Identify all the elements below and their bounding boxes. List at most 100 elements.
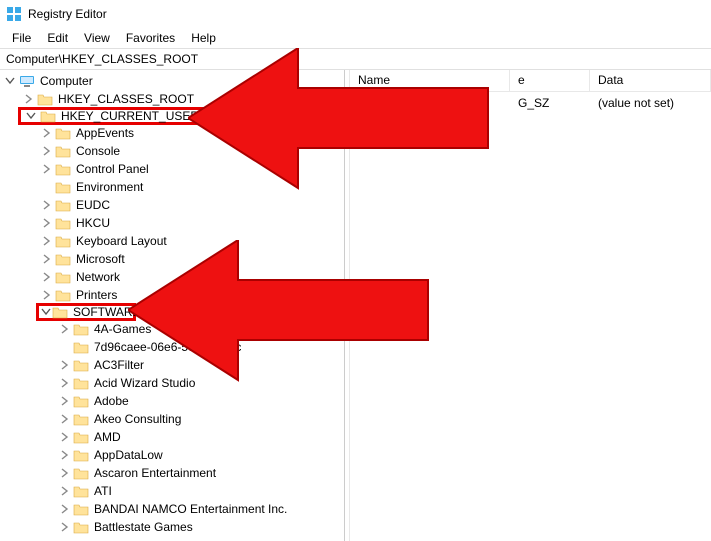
tree-node-ascaron[interactable]: Ascaron Entertainment [2, 464, 344, 482]
regedit-app-icon [6, 6, 22, 22]
expander-icon[interactable] [38, 161, 54, 177]
tree-node-hkcu2[interactable]: HKCU [2, 214, 344, 232]
tree-label: 4A-Games [92, 321, 153, 337]
folder-icon [73, 339, 89, 355]
tree-label: Microsoft [74, 251, 127, 267]
tree-label: Printers [74, 287, 119, 303]
folder-icon [73, 483, 89, 499]
tree-node-keyboard[interactable]: Keyboard Layout [2, 232, 344, 250]
expander-icon[interactable] [38, 125, 54, 141]
col-name[interactable]: Name [350, 70, 510, 91]
folder-icon [55, 179, 71, 195]
cell-data: (value not set) [590, 94, 711, 112]
titlebar: Registry Editor [0, 0, 711, 28]
tree-label: BANDAI NAMCO Entertainment Inc. [92, 501, 289, 517]
tree-node-a4[interactable]: 4A-Games [2, 320, 344, 338]
col-type[interactable]: e [510, 70, 590, 91]
menu-edit[interactable]: Edit [39, 29, 76, 47]
tree-label: Console [74, 143, 122, 159]
expander-icon[interactable] [56, 321, 72, 337]
tree-pane[interactable]: Computer HKEY_CLASSES_ROOT [0, 70, 345, 541]
tree-node-microsoft[interactable]: Microsoft [2, 250, 344, 268]
menu-help[interactable]: Help [183, 29, 224, 47]
tree-node-amd[interactable]: AMD [2, 428, 344, 446]
tree-node-battlestate[interactable]: Battlestate Games [2, 518, 344, 536]
tree-node-printers[interactable]: Printers [2, 286, 344, 304]
tree-node-appevents[interactable]: AppEvents [2, 124, 344, 142]
tree-label: Environment [74, 179, 145, 195]
expander-icon[interactable] [38, 251, 54, 267]
tree-label: Network [74, 269, 122, 285]
tree-node-appdatalow[interactable]: AppDataLow [2, 446, 344, 464]
tree-label: AC3Filter [92, 357, 146, 373]
tree-node-environment[interactable]: Environment [2, 178, 344, 196]
expander-icon[interactable] [2, 73, 18, 89]
expander-icon[interactable] [41, 304, 51, 320]
expander-icon[interactable] [56, 447, 72, 463]
expander-icon[interactable] [56, 429, 72, 445]
tree-label: HKEY_CLASSES_ROOT [56, 91, 196, 107]
expander-icon[interactable] [56, 519, 72, 535]
folder-icon [73, 429, 89, 445]
folder-icon [55, 161, 71, 177]
tree-node-eudc[interactable]: EUDC [2, 196, 344, 214]
tree-label: Acid Wizard Studio [92, 375, 197, 391]
tree-node-network[interactable]: Network [2, 268, 344, 286]
tree-node-ati[interactable]: ATI [2, 482, 344, 500]
expander-icon[interactable] [38, 287, 54, 303]
tree-node-hkcu[interactable]: HKEY_CURRENT_USER [18, 107, 344, 125]
expander-icon[interactable] [38, 179, 54, 195]
expander-icon[interactable] [56, 483, 72, 499]
tree-label: HKCU [74, 215, 112, 231]
computer-icon [19, 73, 35, 89]
expander-icon[interactable] [56, 465, 72, 481]
tree-node-ac3[interactable]: AC3Filter [2, 356, 344, 374]
tree-label: SOFTWARE [71, 304, 143, 320]
tree-label: AppEvents [74, 125, 136, 141]
expander-icon[interactable] [56, 357, 72, 373]
expander-icon[interactable] [38, 215, 54, 231]
folder-icon [73, 447, 89, 463]
folder-icon [55, 215, 71, 231]
col-data[interactable]: Data [590, 70, 711, 91]
tree-node-adobe[interactable]: Adobe [2, 392, 344, 410]
tree-label: Computer [38, 73, 95, 89]
list-pane[interactable]: Name e Data G_SZ (value not set) [350, 70, 711, 541]
cell-type: G_SZ [510, 94, 590, 112]
address-input[interactable] [4, 51, 707, 67]
folder-icon [55, 143, 71, 159]
expander-icon[interactable] [56, 375, 72, 391]
tree-node-computer[interactable]: Computer [2, 72, 344, 90]
folder-icon [73, 321, 89, 337]
tree-node-bandai[interactable]: BANDAI NAMCO Entertainment Inc. [2, 500, 344, 518]
menu-file[interactable]: File [4, 29, 39, 47]
tree-node-software[interactable]: SOFTWARE [36, 303, 136, 321]
expander-icon[interactable] [56, 501, 72, 517]
tree-node-akeo[interactable]: Akeo Consulting [2, 410, 344, 428]
tree-label: Akeo Consulting [92, 411, 183, 427]
tree-node-hkcr[interactable]: HKEY_CLASSES_ROOT [2, 90, 344, 108]
tree-node-console[interactable]: Console [2, 142, 344, 160]
tree-node-acid[interactable]: Acid Wizard Studio [2, 374, 344, 392]
expander-icon[interactable] [56, 393, 72, 409]
tree-label: HKEY_CURRENT_USER [59, 108, 201, 124]
list-row[interactable]: G_SZ (value not set) [350, 92, 711, 114]
menu-favorites[interactable]: Favorites [118, 29, 183, 47]
folder-icon [55, 197, 71, 213]
folder-icon [73, 411, 89, 427]
folder-icon [73, 465, 89, 481]
tree-label: Keyboard Layout [74, 233, 169, 249]
menu-view[interactable]: View [76, 29, 118, 47]
expander-icon[interactable] [56, 411, 72, 427]
expander-icon[interactable] [38, 143, 54, 159]
expander-icon[interactable] [38, 197, 54, 213]
expander-icon[interactable] [38, 269, 54, 285]
cell-name [350, 94, 510, 112]
expander-icon[interactable] [38, 233, 54, 249]
folder-icon [40, 108, 56, 124]
expander-icon[interactable] [20, 91, 36, 107]
tree-node-controlpanel[interactable]: Control Panel [2, 160, 344, 178]
expander-icon[interactable] [23, 108, 39, 124]
tree-node-guid[interactable]: 7d96caee-06e6-597c-9f2f-c [2, 338, 344, 356]
expander-icon[interactable] [56, 339, 72, 355]
